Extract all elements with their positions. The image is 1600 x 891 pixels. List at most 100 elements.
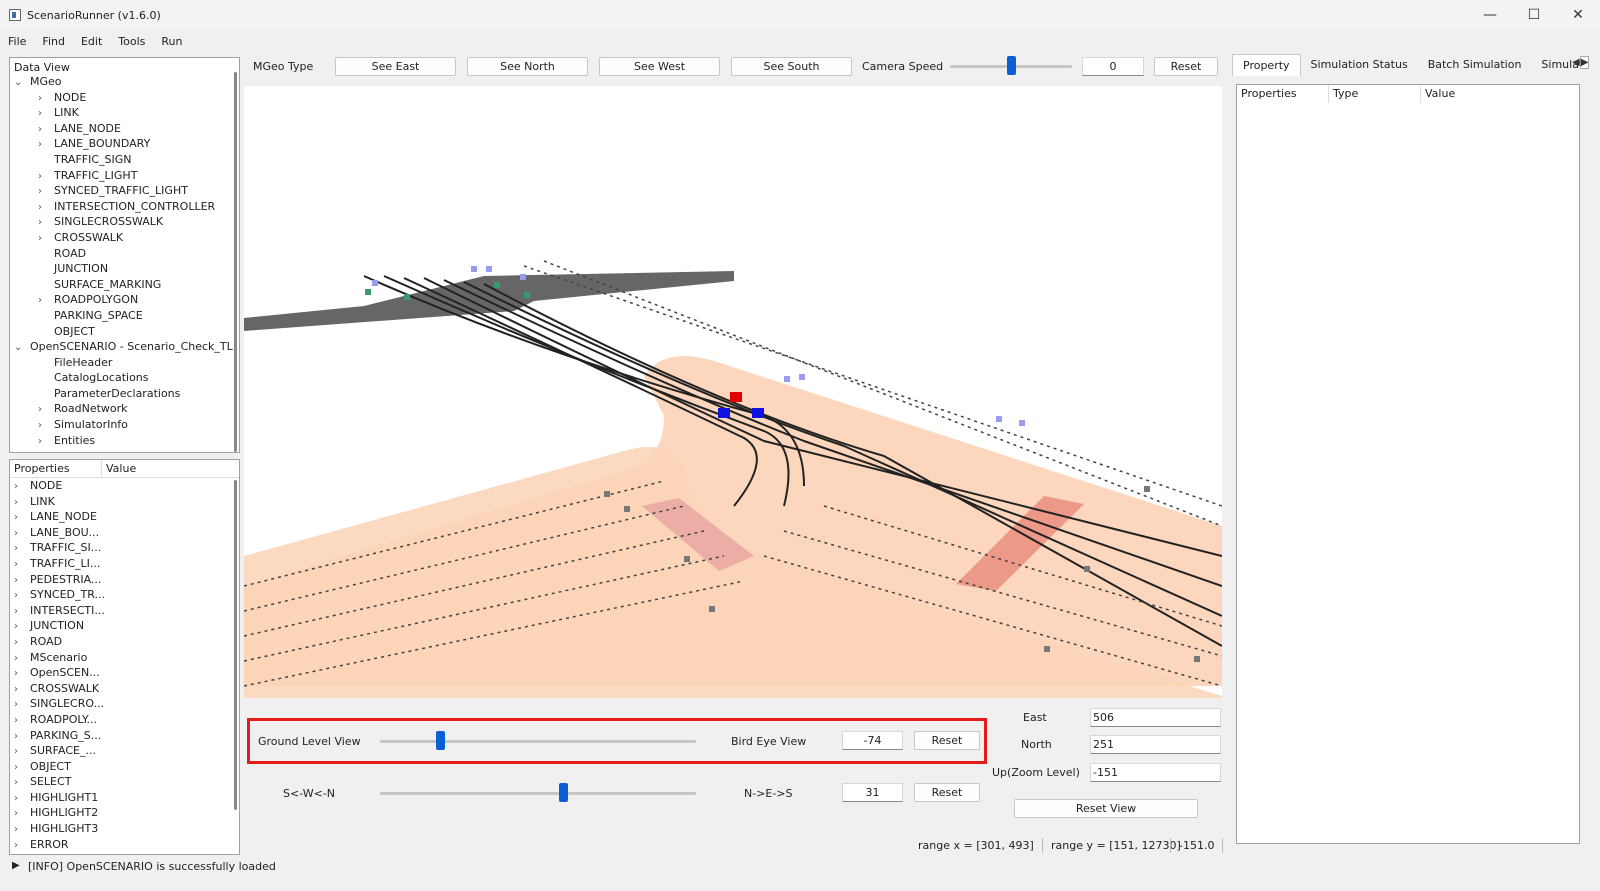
property-item[interactable]: › OBJECT: [14, 759, 239, 775]
chevron-right-icon[interactable]: ›: [14, 588, 24, 604]
see-east-button[interactable]: See East: [335, 57, 456, 76]
chevron-right-icon[interactable]: ›: [38, 434, 48, 450]
chevron-down-icon[interactable]: ⌄: [14, 75, 24, 91]
north-field[interactable]: 251: [1090, 735, 1221, 754]
properties-scrollbar[interactable]: [234, 480, 237, 810]
prop-col-type[interactable]: Type: [1329, 85, 1421, 103]
chevron-right-icon[interactable]: ›: [14, 682, 24, 698]
chevron-right-icon[interactable]: ›: [14, 604, 24, 620]
chevron-right-icon[interactable]: ›: [14, 495, 24, 511]
tree-item[interactable]: › LANE_BOUNDARY: [14, 136, 239, 152]
yaw-slider-thumb[interactable]: [559, 783, 569, 802]
property-item[interactable]: › ROAD: [14, 634, 239, 650]
east-field[interactable]: 506: [1090, 708, 1221, 727]
tree-item[interactable]: › SimulatorInfo: [14, 417, 239, 433]
chevron-down-icon[interactable]: ⌄: [14, 340, 24, 356]
tree-item[interactable]: ⌄ OpenSCENARIO - Scenario_Check_TL: [14, 339, 239, 355]
chevron-right-icon[interactable]: ›: [14, 573, 24, 589]
property-item[interactable]: › INTERSECTI...: [14, 603, 239, 619]
menu-tools[interactable]: Tools: [118, 35, 145, 48]
chevron-right-icon[interactable]: ›: [38, 418, 48, 434]
tree-item[interactable]: JUNCTION: [14, 261, 239, 277]
chevron-right-icon[interactable]: ›: [38, 137, 48, 153]
tree-item[interactable]: PARKING_SPACE: [14, 308, 239, 324]
chevron-right-icon[interactable]: ›: [38, 215, 48, 231]
tree-item[interactable]: › CROSSWALK: [14, 230, 239, 246]
chevron-right-icon[interactable]: ›: [14, 666, 24, 682]
tree-item[interactable]: › LANE_NODE: [14, 121, 239, 137]
chevron-right-icon[interactable]: ›: [38, 402, 48, 418]
property-item[interactable]: › PARKING_S...: [14, 728, 239, 744]
property-item[interactable]: › HIGHLIGHT3: [14, 821, 239, 837]
chevron-right-icon[interactable]: ›: [14, 775, 24, 791]
chevron-right-icon[interactable]: ›: [14, 729, 24, 745]
see-west-button[interactable]: See West: [599, 57, 720, 76]
chevron-right-icon[interactable]: ›: [14, 713, 24, 729]
tree-item[interactable]: ⌄ MGeo: [14, 74, 239, 90]
tree-item[interactable]: › NODE: [14, 90, 239, 106]
tree-item[interactable]: ParameterDeclarations: [14, 386, 239, 402]
tree-item[interactable]: › SINGLECROSSWALK: [14, 214, 239, 230]
prop-col-properties[interactable]: Properties: [1237, 85, 1329, 103]
chevron-right-icon[interactable]: ›: [14, 479, 24, 495]
property-item[interactable]: › LANE_NODE: [14, 509, 239, 525]
chevron-right-icon[interactable]: ›: [38, 106, 48, 122]
tree-item[interactable]: › LINK: [14, 105, 239, 121]
tree-item[interactable]: FileHeader: [14, 355, 239, 371]
value-col-header[interactable]: Value: [102, 460, 136, 477]
property-item[interactable]: › PEDESTRIA...: [14, 572, 239, 588]
tree-item[interactable]: › Entities: [14, 433, 239, 449]
pitch-slider-track[interactable]: [380, 740, 696, 743]
camera-speed-field[interactable]: 0: [1082, 57, 1144, 76]
tab-simulation-status[interactable]: Simulation Status: [1301, 54, 1418, 76]
tree-item[interactable]: › ROADPOLYGON: [14, 292, 239, 308]
chevron-right-icon[interactable]: ›: [38, 293, 48, 309]
tree-item[interactable]: OBJECT: [14, 324, 239, 340]
property-item[interactable]: › HIGHLIGHT2: [14, 805, 239, 821]
properties-col-header[interactable]: Properties: [10, 460, 102, 477]
camera-reset-button[interactable]: Reset: [1154, 57, 1218, 76]
map-viewport[interactable]: [244, 86, 1222, 698]
chevron-right-icon[interactable]: ›: [38, 184, 48, 200]
tree-item[interactable]: ROAD: [14, 246, 239, 262]
property-item[interactable]: › NODE: [14, 478, 239, 494]
chevron-right-icon[interactable]: ›: [38, 200, 48, 216]
property-item[interactable]: › SYNCED_TR...: [14, 587, 239, 603]
tree-item[interactable]: › SYNCED_TRAFFIC_LIGHT: [14, 183, 239, 199]
close-button[interactable]: ✕: [1556, 0, 1600, 30]
chevron-right-icon[interactable]: ›: [38, 122, 48, 138]
menu-find[interactable]: Find: [42, 35, 65, 48]
chevron-right-icon[interactable]: ›: [14, 619, 24, 635]
data-view-scrollbar[interactable]: [234, 72, 237, 452]
tab-scroll-right-icon[interactable]: ▶: [1579, 56, 1590, 69]
chevron-right-icon[interactable]: ›: [14, 838, 24, 854]
property-item[interactable]: › OpenSCEN...: [14, 665, 239, 681]
tab-property[interactable]: Property: [1232, 54, 1301, 76]
tab-scroll-arrows[interactable]: ◀▶: [1572, 56, 1592, 73]
chevron-right-icon[interactable]: ›: [38, 169, 48, 185]
pitch-slider-thumb[interactable]: [436, 731, 446, 750]
property-item[interactable]: › SURFACE_...: [14, 743, 239, 759]
reset-view-button[interactable]: Reset View: [1014, 799, 1198, 818]
see-south-button[interactable]: See South: [731, 57, 852, 76]
chevron-right-icon[interactable]: ›: [14, 760, 24, 776]
property-item[interactable]: › TRAFFIC_SI...: [14, 540, 239, 556]
chevron-right-icon[interactable]: ›: [14, 635, 24, 651]
tab-batch-simulation[interactable]: Batch Simulation: [1418, 54, 1532, 76]
tree-item[interactable]: TRAFFIC_SIGN: [14, 152, 239, 168]
chevron-right-icon[interactable]: ›: [14, 557, 24, 573]
up-zoom-field[interactable]: -151: [1090, 763, 1221, 782]
property-item[interactable]: › ERROR: [14, 837, 239, 853]
yaw-reset-button[interactable]: Reset: [914, 783, 980, 802]
pitch-value-field[interactable]: -74: [842, 731, 903, 750]
menu-edit[interactable]: Edit: [81, 35, 102, 48]
pitch-reset-button[interactable]: Reset: [914, 731, 980, 750]
property-item[interactable]: › LINK: [14, 494, 239, 510]
property-item[interactable]: › TRAFFIC_LI...: [14, 556, 239, 572]
tab-scroll-left-icon[interactable]: ◀: [1572, 57, 1580, 68]
menu-file[interactable]: File: [8, 35, 26, 48]
maximize-button[interactable]: ☐: [1512, 0, 1556, 30]
tree-item[interactable]: CatalogLocations: [14, 370, 239, 386]
tree-item[interactable]: SURFACE_MARKING: [14, 277, 239, 293]
chevron-right-icon[interactable]: ›: [38, 91, 48, 107]
